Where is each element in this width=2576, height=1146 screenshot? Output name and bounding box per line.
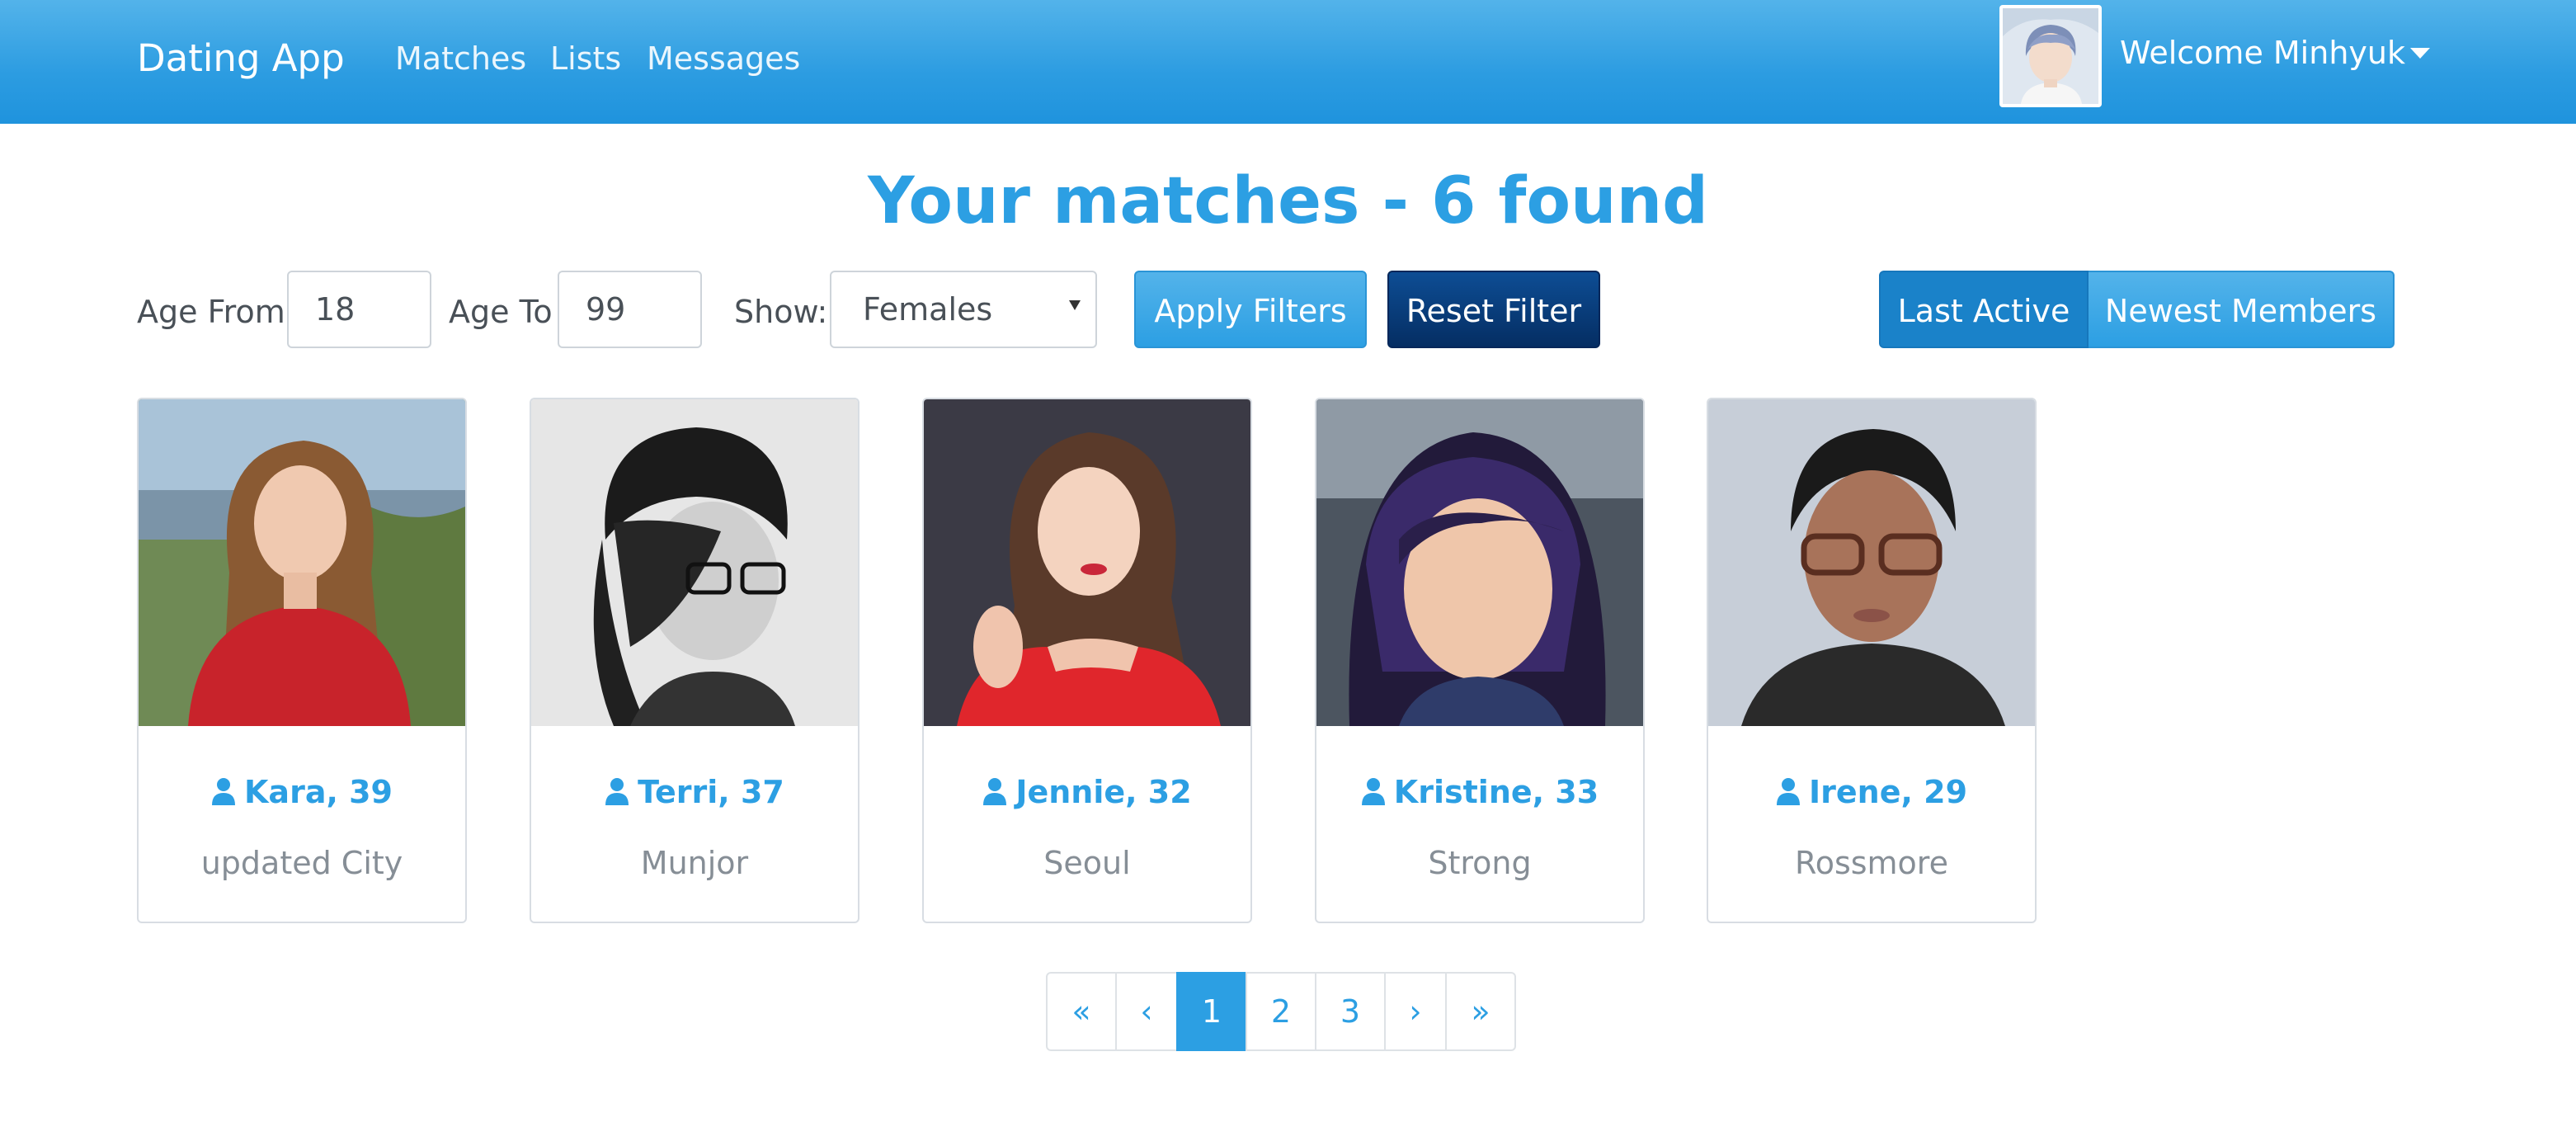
- user-icon: [983, 777, 1007, 805]
- member-name[interactable]: Terri, 37: [531, 767, 858, 817]
- show-label: Show:: [734, 294, 828, 330]
- member-name-text: Jennie, 32: [1015, 774, 1192, 810]
- page-3-button[interactable]: 3: [1315, 972, 1386, 1051]
- member-city: Seoul: [1043, 845, 1131, 881]
- user-icon: [1776, 777, 1800, 805]
- page-2-button[interactable]: 2: [1246, 972, 1316, 1051]
- age-from-label: Age From: [137, 294, 285, 330]
- member-name[interactable]: Jennie, 32: [924, 767, 1250, 817]
- nav-matches[interactable]: Matches: [395, 35, 526, 83]
- member-photo[interactable]: [1708, 399, 2035, 726]
- nav-messages[interactable]: Messages: [647, 35, 800, 83]
- select-arrow-icon: [1069, 300, 1081, 310]
- member-photo[interactable]: [139, 399, 465, 726]
- member-name[interactable]: Kara, 39: [139, 767, 465, 817]
- page-1-button[interactable]: 1: [1176, 972, 1247, 1051]
- member-photo[interactable]: [924, 399, 1250, 726]
- avatar-photo: [2003, 8, 2098, 104]
- user-avatar[interactable]: [1999, 5, 2102, 107]
- member-city: Strong: [1428, 845, 1532, 881]
- page-first-button[interactable]: «: [1046, 972, 1117, 1051]
- navbar: Dating App Matches Lists Messages Welcom…: [0, 0, 2576, 124]
- member-name-text: Terri, 37: [638, 774, 784, 810]
- page-prev-button[interactable]: ‹: [1115, 972, 1178, 1051]
- age-from-input[interactable]: 18: [287, 271, 431, 348]
- user-icon: [1361, 777, 1385, 805]
- age-to-label: Age To: [449, 294, 553, 330]
- member-card[interactable]: Irene, 29 Rossmore: [1707, 398, 2037, 923]
- member-name-text: Kristine, 33: [1393, 774, 1599, 810]
- member-card[interactable]: Terri, 37 Munjor: [530, 398, 859, 923]
- apply-filters-button[interactable]: Apply Filters: [1134, 271, 1367, 348]
- member-city: Rossmore: [1795, 845, 1948, 881]
- chevron-down-icon[interactable]: [2410, 48, 2430, 59]
- sort-last-active-button[interactable]: Last Active: [1879, 271, 2089, 348]
- page-next-button[interactable]: ›: [1384, 972, 1447, 1051]
- member-city: Munjor: [640, 845, 749, 881]
- member-name[interactable]: Kristine, 33: [1316, 767, 1643, 817]
- member-name-text: Irene, 29: [1808, 774, 1968, 810]
- member-city: updated City: [200, 845, 403, 881]
- reset-filter-button[interactable]: Reset Filter: [1387, 271, 1600, 348]
- gender-select[interactable]: Females: [830, 271, 1097, 348]
- nav-lists[interactable]: Lists: [550, 35, 621, 83]
- member-card[interactable]: Jennie, 32 Seoul: [922, 398, 1252, 923]
- member-photo[interactable]: [1316, 399, 1643, 726]
- user-icon: [211, 777, 235, 805]
- member-card[interactable]: Kara, 39 updated City: [137, 398, 467, 923]
- sort-newest-members-button[interactable]: Newest Members: [2089, 271, 2395, 348]
- age-to-input[interactable]: 99: [558, 271, 702, 348]
- member-photo[interactable]: [531, 399, 858, 726]
- brand-link[interactable]: Dating App: [137, 31, 345, 86]
- welcome-dropdown[interactable]: Welcome Minhyuk: [2120, 30, 2405, 76]
- member-name[interactable]: Irene, 29: [1708, 767, 2035, 817]
- page-last-button[interactable]: »: [1445, 972, 1516, 1051]
- user-icon: [605, 777, 629, 805]
- member-name-text: Kara, 39: [243, 774, 393, 810]
- page-title: Your matches - 6 found: [868, 164, 1708, 238]
- member-card[interactable]: Kristine, 33 Strong: [1315, 398, 1645, 923]
